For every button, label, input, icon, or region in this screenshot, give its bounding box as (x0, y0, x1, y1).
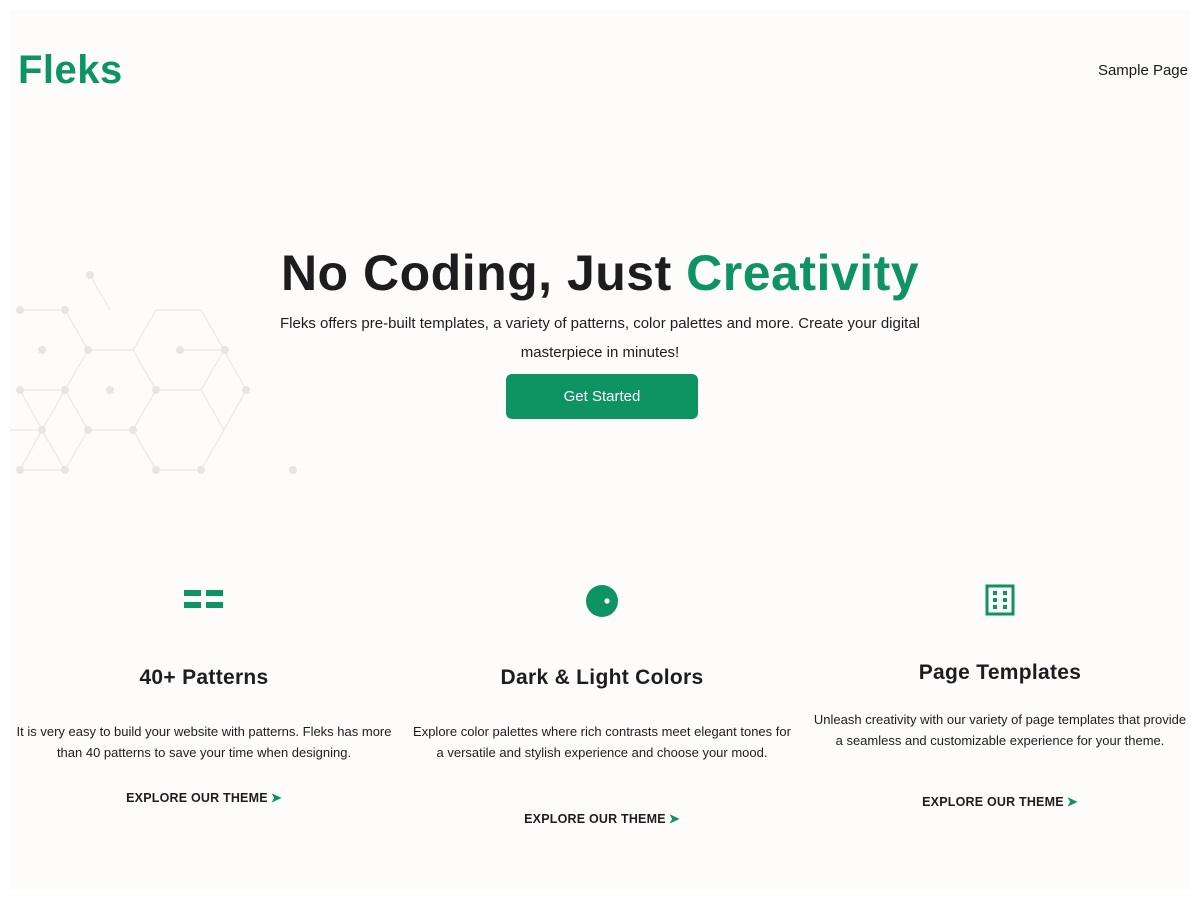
feature-title: Dark & Light Colors (500, 666, 704, 689)
page-templates-icon (985, 584, 1015, 616)
hero-title-accent: Creativity (686, 244, 920, 301)
link-label: EXPLORE OUR THEME (126, 791, 268, 805)
site-logo[interactable]: Fleks (18, 48, 123, 93)
explore-theme-link[interactable]: EXPLORE OUR THEME ➤ (412, 811, 792, 827)
feature-patterns: 40+ Patterns It is very easy to build yo… (14, 580, 394, 820)
color-circle-icon (586, 585, 618, 617)
nav-sample-page[interactable]: Sample Page (1098, 62, 1188, 79)
feature-text: Explore color palettes where rich contra… (413, 724, 791, 760)
hero-title-main: No Coding, Just (280, 244, 687, 301)
get-started-button[interactable]: Get Started (506, 374, 698, 419)
hero-title: No Coding, Just Creativity (10, 244, 1190, 302)
feature-colors: Dark & Light Colors Explore color palett… (412, 580, 792, 840)
feature-text: It is very easy to build your website wi… (16, 724, 392, 760)
feature-title: 40+ Patterns (139, 666, 269, 689)
feature-templates: Page Templates Unleash creativity with o… (810, 580, 1190, 830)
hero-subtitle: Fleks offers pre-built templates, a vari… (279, 315, 921, 361)
chevron-right-icon: ➤ (270, 790, 282, 805)
chevron-right-icon: ➤ (1066, 794, 1078, 809)
explore-theme-link[interactable]: EXPLORE OUR THEME ➤ (14, 790, 394, 806)
chevron-right-icon: ➤ (668, 811, 680, 826)
feature-title: Page Templates (918, 661, 1082, 684)
link-label: EXPLORE OUR THEME (922, 795, 1064, 809)
patterns-icon (184, 590, 223, 608)
feature-text: Unleash creativity with our variety of p… (813, 712, 1187, 748)
page: Fleks Sample Page No Coding, Just Creati… (10, 10, 1190, 890)
explore-theme-link[interactable]: EXPLORE OUR THEME ➤ (810, 794, 1190, 810)
link-label: EXPLORE OUR THEME (524, 812, 666, 826)
